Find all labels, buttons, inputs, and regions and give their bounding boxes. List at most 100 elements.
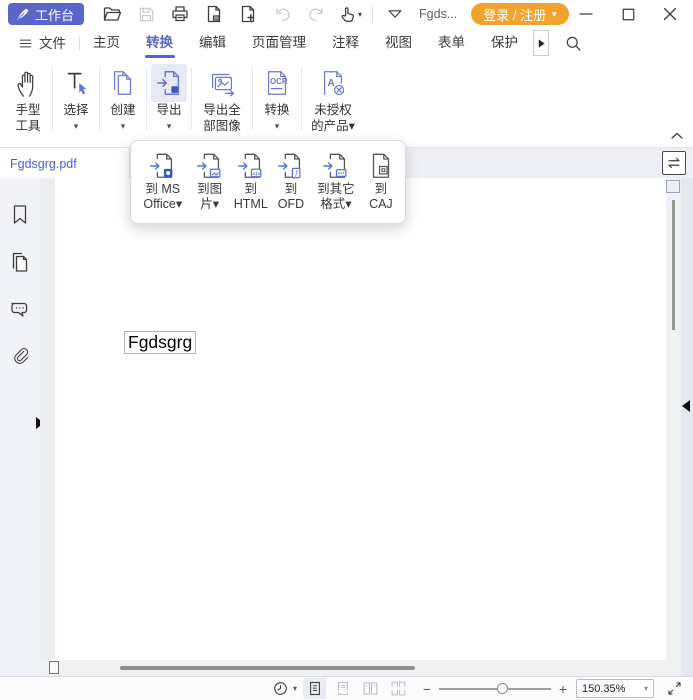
zoom-slider-thumb[interactable] [497,683,508,694]
export-to-image-item[interactable]: 到图 片▾ [190,150,230,212]
facing-page-view-button[interactable] [359,678,382,699]
page-layout-group [303,678,410,699]
menu-label: 表单 [438,35,465,50]
export-other-formats-icon [321,151,351,181]
ribbon-toolbar: 手型 工具 选择 ▾ 创建 ▾ [0,58,693,147]
more-menus-button[interactable] [533,30,549,56]
zoom-out-button[interactable]: − [420,681,434,697]
ribbon-collapse-button[interactable] [667,129,687,143]
dropdown-caret-icon: ▾ [167,118,172,134]
zoom-slider[interactable] [439,682,551,696]
export-item-line2: Office▾ [143,197,182,212]
menu-item-view[interactable]: 视图 [372,28,425,58]
play-right-icon [537,38,546,49]
document-area: Fgdsgrg [40,178,693,676]
toolbar-separator [52,68,53,130]
menu-item-file[interactable]: 文件 [10,28,79,58]
minimize-button[interactable] [571,2,601,26]
export-item-line1: 到 [245,182,258,197]
close-icon [660,4,680,24]
zoom-in-button[interactable]: + [556,681,570,697]
export-all-images-icon [206,67,238,99]
toolbar-separator [191,68,192,130]
dropdown-caret-icon: ▾ [121,118,126,134]
vscroll-top-box [666,180,680,193]
menu-item-home[interactable]: 主页 [80,28,133,58]
bookmarks-panel-button[interactable] [7,202,33,228]
fullscreen-button[interactable] [663,678,685,700]
single-page-icon [307,680,323,697]
document-text[interactable]: Fgdsgrg [124,331,196,354]
status-bar: ▾ [0,676,693,700]
maximize-icon [619,5,638,24]
comments-icon [9,298,32,321]
login-register-button[interactable]: 登录 / 注册 ▾ [471,3,568,25]
menu-item-form[interactable]: 表单 [425,28,478,58]
export-image-icon [195,151,225,181]
export-to-ms-office-item[interactable]: 到 MS Office▾ [136,150,190,212]
html-glyph-text: </> [252,171,259,177]
print-button[interactable] [168,2,192,26]
continuous-page-icon [335,680,351,697]
redo-button [304,2,328,26]
export-item-line1: 到 [285,182,298,197]
view-mode-button[interactable] [270,678,292,700]
toolbar-separator [99,68,100,130]
select-tool-button[interactable]: 选择 ▾ [55,64,97,134]
unauthorized-product-button[interactable]: A 未授权 的产品▾ [304,64,362,134]
single-page-view-button[interactable] [303,678,326,699]
toolbar-separator [252,68,253,130]
attachments-panel-button[interactable] [7,343,33,369]
menu-item-comment[interactable]: 注释 [319,28,372,58]
menu-label: 页面管理 [252,35,306,50]
export-to-other-formats-item[interactable]: 到其它 格式▾ [310,150,362,212]
menu-label: 编辑 [199,35,226,50]
search-button[interactable] [561,31,585,55]
create-pdf-button[interactable]: 创建 ▾ [102,64,144,134]
zoom-level-select[interactable]: 150.35% ▾ [576,679,654,698]
horizontal-scrollbar-thumb[interactable] [120,666,415,670]
save-icon [137,5,156,24]
horizontal-scrollbar[interactable] [40,660,681,676]
menu-item-edit[interactable]: 编辑 [186,28,239,58]
open-file-button[interactable] [100,2,124,26]
menu-item-protect[interactable]: 保护 [478,28,531,58]
right-panel-expand-handle[interactable] [682,400,690,412]
tool-label-line1: 导出 [156,102,181,118]
document-tab[interactable]: Fgdsgrg.pdf [0,148,130,179]
maximize-button[interactable] [613,2,643,26]
extract-page-button[interactable] [202,2,226,26]
comments-panel-button[interactable] [7,296,33,322]
toolbar-options-button[interactable] [383,2,407,26]
workspace-button[interactable]: 工作台 [8,3,84,25]
vertical-scrollbar-thumb[interactable] [672,200,675,330]
hand-pointer-icon [338,5,357,24]
insert-page-button[interactable] [236,2,260,26]
ocr-convert-button[interactable]: OCR 转换 ▾ [255,64,299,134]
zoom-level-value: 150.35% [582,683,644,695]
ocr-convert-icon: OCR [262,67,292,99]
tool-label-line1: 未授权 [314,102,352,118]
menu-item-convert[interactable]: 转换 [133,28,186,58]
panel-toggle-button[interactable] [662,151,686,175]
redo-icon [307,5,326,24]
export-item-line2: OFD [278,197,304,212]
select-tool-icon [61,67,91,99]
export-to-html-item[interactable]: </> 到 HTML [230,150,272,212]
vertical-scrollbar[interactable] [666,178,681,660]
page-thumbnails-panel-button[interactable] [7,249,33,275]
close-button[interactable] [655,2,685,26]
hand-tool-button[interactable]: 手型 工具 [6,64,50,134]
hand-tool-quick-button[interactable]: ▾ [338,5,362,24]
export-button[interactable]: 导出 ▾ [149,64,189,134]
export-all-images-button[interactable]: 导出全 部图像 [194,64,250,134]
export-to-ofd-item[interactable]: ƒ 到 OFD [272,150,310,212]
login-label: 登录 / 注册 [483,5,546,24]
facing-continuous-view-button[interactable] [387,678,410,699]
export-to-caj-item[interactable]: 到 CAJ [362,150,400,212]
pdf-page[interactable] [55,178,667,660]
menu-item-page-management[interactable]: 页面管理 [239,28,319,58]
continuous-page-view-button[interactable] [331,678,354,699]
zoom-caret-icon: ▾ [644,684,648,693]
dropdown-caret-icon: ▾ [275,118,280,134]
